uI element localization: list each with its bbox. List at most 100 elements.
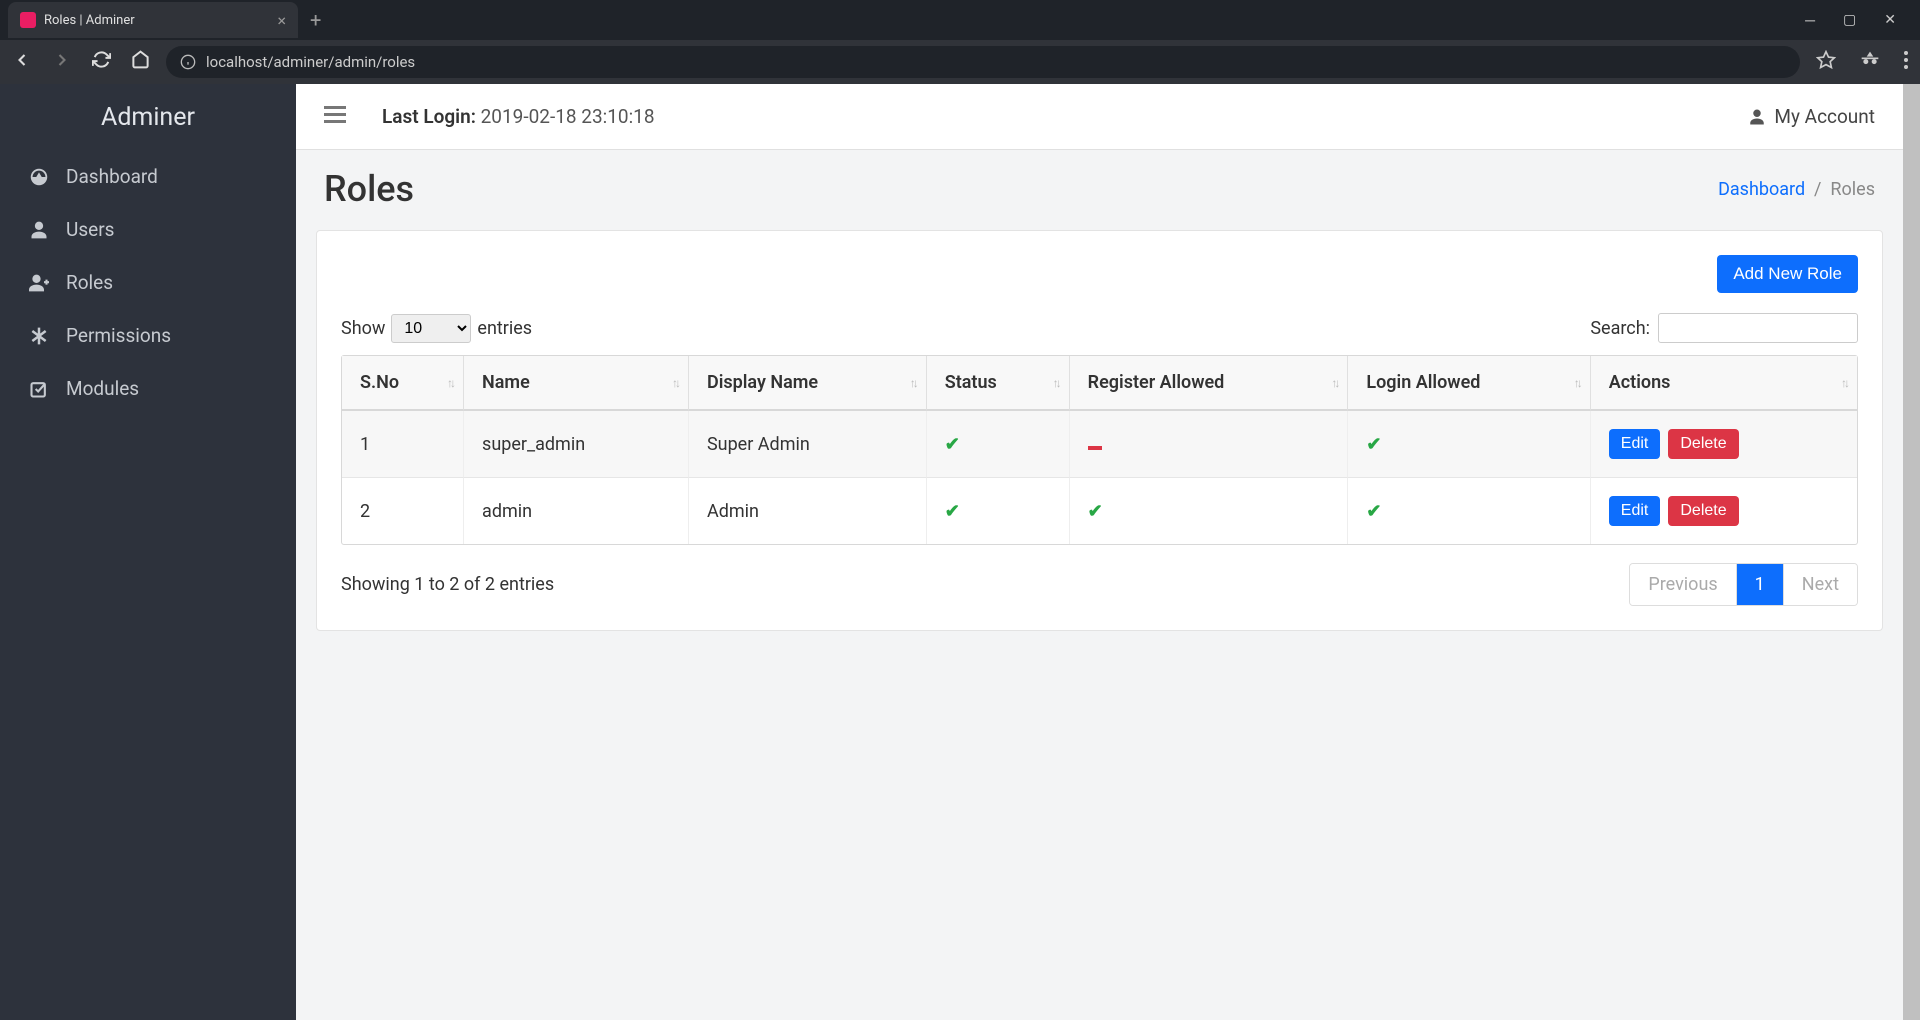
- window-controls: ─ ▢ ✕: [1805, 12, 1920, 29]
- asterisk-icon: [28, 326, 50, 346]
- browser-viewport: Adminer Dashboard Users Roles Permissions Mo…: [0, 84, 1920, 1020]
- url-text: localhost/adminer/admin/roles: [206, 53, 415, 71]
- sort-icon: ↑↓: [1841, 376, 1847, 390]
- page-head: Roles Dashboard / Roles: [296, 150, 1903, 218]
- edit-button[interactable]: Edit: [1609, 429, 1661, 459]
- cell-name: super_admin: [464, 411, 689, 478]
- cell-register: ✔: [1070, 478, 1349, 544]
- browser-tab[interactable]: Roles | Adminer ×: [8, 2, 298, 38]
- main-content: Last Login: 2019-02-18 23:10:18 My Accou…: [296, 84, 1903, 1020]
- home-button[interactable]: [131, 50, 150, 74]
- add-new-role-button[interactable]: Add New Role: [1717, 255, 1858, 293]
- scrollbar[interactable]: [1903, 84, 1920, 1020]
- page-title: Roles: [324, 168, 414, 210]
- forward-button[interactable]: [52, 50, 72, 74]
- cell-name: admin: [464, 478, 689, 544]
- content-card: Add New Role Show 10 entries Search: S.N…: [316, 230, 1883, 631]
- app-header: Last Login: 2019-02-18 23:10:18 My Accou…: [296, 84, 1903, 150]
- user-icon: [28, 220, 50, 240]
- gauge-icon: [28, 166, 50, 188]
- close-window-button[interactable]: ✕: [1884, 12, 1896, 29]
- close-tab-icon[interactable]: ×: [277, 11, 286, 30]
- star-icon[interactable]: [1816, 50, 1836, 74]
- cell-login: ✔: [1348, 411, 1590, 478]
- cell-status: ✔: [927, 411, 1070, 478]
- sidebar-item-permissions[interactable]: Permissions: [0, 309, 296, 362]
- favicon-icon: [20, 12, 36, 28]
- back-button[interactable]: [12, 50, 32, 74]
- new-tab-button[interactable]: +: [310, 8, 321, 32]
- sidebar-item-roles[interactable]: Roles: [0, 256, 296, 309]
- user-icon: [1748, 108, 1766, 126]
- sidebar: Adminer Dashboard Users Roles Permissions Mo…: [0, 84, 296, 1020]
- incognito-icon[interactable]: [1860, 50, 1880, 74]
- address-bar[interactable]: localhost/adminer/admin/roles: [166, 46, 1800, 78]
- column-header[interactable]: Login Allowed↑↓: [1348, 356, 1590, 411]
- breadcrumb-home[interactable]: Dashboard: [1718, 179, 1805, 200]
- cell-display: Admin: [689, 478, 927, 544]
- pagination-next[interactable]: Next: [1784, 564, 1857, 605]
- show-label: Show: [341, 318, 385, 339]
- check-icon: ✔: [945, 434, 960, 455]
- cell-sno: 2: [342, 478, 464, 544]
- cell-status: ✔: [927, 478, 1070, 544]
- table-row: 2adminAdmin ✔ ✔ ✔ EditDelete: [342, 478, 1857, 544]
- column-header[interactable]: S.No↑↓: [342, 356, 464, 411]
- sidebar-item-label: Modules: [66, 377, 139, 400]
- table-controls: Show 10 entries Search:: [341, 313, 1858, 343]
- delete-button[interactable]: Delete: [1668, 429, 1738, 459]
- check-icon: ✔: [1366, 434, 1381, 455]
- hamburger-icon[interactable]: [324, 106, 346, 128]
- table-info: Showing 1 to 2 of 2 entries: [341, 574, 554, 595]
- tab-title: Roles | Adminer: [44, 13, 269, 28]
- my-account-label: My Account: [1774, 105, 1875, 128]
- sidebar-item-label: Permissions: [66, 324, 171, 347]
- browser-tab-strip: Roles | Adminer × + ─ ▢ ✕: [0, 0, 1920, 40]
- pagination-page[interactable]: 1: [1737, 564, 1784, 605]
- cell-display: Super Admin: [689, 411, 927, 478]
- pagination-prev[interactable]: Previous: [1630, 564, 1736, 605]
- breadcrumb-current: Roles: [1830, 179, 1875, 200]
- check-icon: ✔: [1088, 501, 1103, 522]
- sidebar-item-label: Dashboard: [66, 165, 158, 188]
- sort-icon: ↑↓: [447, 376, 453, 390]
- check-square-icon: [28, 379, 50, 399]
- last-login-label: Last Login:: [382, 105, 476, 128]
- menu-icon[interactable]: [1904, 51, 1908, 73]
- pagination: Previous 1 Next: [1629, 563, 1858, 606]
- brand[interactable]: Adminer: [0, 84, 296, 150]
- search-input[interactable]: [1658, 313, 1858, 343]
- breadcrumb: Dashboard / Roles: [1718, 179, 1875, 200]
- column-header[interactable]: Display Name↑↓: [689, 356, 927, 411]
- column-header[interactable]: Status↑↓: [927, 356, 1070, 411]
- sidebar-item-users[interactable]: Users: [0, 203, 296, 256]
- check-icon: ✔: [945, 501, 960, 522]
- edit-button[interactable]: Edit: [1609, 496, 1661, 526]
- user-plus-icon: [28, 273, 50, 293]
- minimize-button[interactable]: ─: [1805, 12, 1815, 29]
- my-account-link[interactable]: My Account: [1748, 105, 1875, 128]
- cell-sno: 1: [342, 411, 464, 478]
- table-footer: Showing 1 to 2 of 2 entries Previous 1 N…: [341, 563, 1858, 606]
- sort-icon: ↑↓: [672, 376, 678, 390]
- sidebar-item-modules[interactable]: Modules: [0, 362, 296, 415]
- roles-table: S.No↑↓Name↑↓Display Name↑↓Status↑↓Regist…: [341, 355, 1858, 545]
- delete-button[interactable]: Delete: [1668, 496, 1738, 526]
- sidebar-item-label: Roles: [66, 271, 113, 294]
- cell-register: [1070, 411, 1349, 478]
- length-select[interactable]: 10: [391, 314, 471, 343]
- check-icon: ✔: [1366, 501, 1381, 522]
- last-login-value: 2019-02-18 23:10:18: [481, 105, 655, 128]
- sort-icon: ↑↓: [1331, 376, 1337, 390]
- sort-icon: ↑↓: [1053, 376, 1059, 390]
- column-header[interactable]: Name↑↓: [464, 356, 689, 411]
- last-login: Last Login: 2019-02-18 23:10:18: [382, 105, 655, 128]
- entries-label: entries: [477, 318, 532, 339]
- sidebar-item-dashboard[interactable]: Dashboard: [0, 150, 296, 203]
- maximize-button[interactable]: ▢: [1843, 12, 1856, 29]
- column-header[interactable]: Register Allowed↑↓: [1070, 356, 1349, 411]
- scrollbar-thumb[interactable]: [1903, 84, 1920, 1020]
- column-header[interactable]: Actions↑↓: [1591, 356, 1857, 411]
- reload-button[interactable]: [92, 50, 111, 74]
- cell-actions: EditDelete: [1591, 478, 1857, 544]
